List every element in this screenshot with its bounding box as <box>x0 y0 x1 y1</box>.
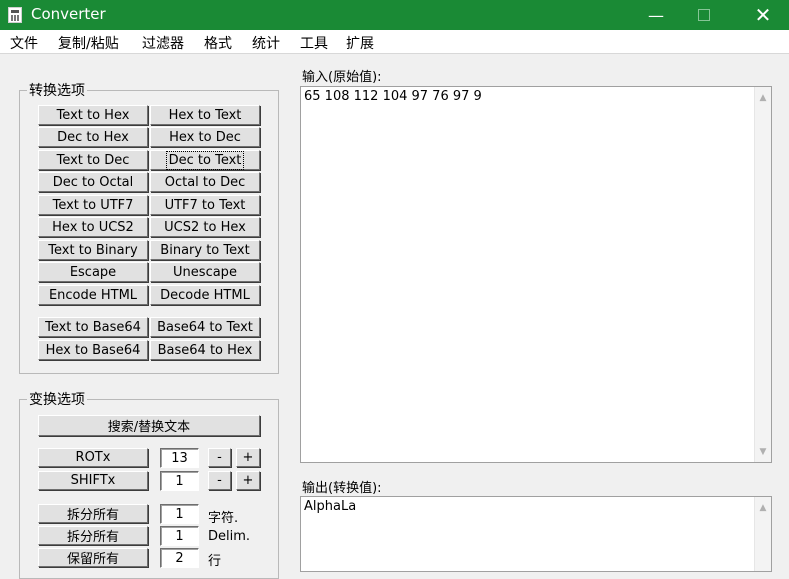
escape-button[interactable]: Escape <box>38 262 148 282</box>
split-chars-button[interactable]: 拆分所有 <box>38 504 148 523</box>
text-to-utf7-button[interactable]: Text to UTF7 <box>38 195 148 215</box>
scroll-up-icon[interactable]: ▲ <box>755 89 771 106</box>
base64-to-hex-button[interactable]: Base64 to Hex <box>150 340 260 360</box>
scroll-up-icon[interactable]: ▲ <box>755 499 771 516</box>
output-text: AlphaLa <box>304 499 357 514</box>
hex-to-dec-button[interactable]: Hex to Dec <box>150 127 260 147</box>
rotx-decrement-button[interactable]: - <box>208 448 231 467</box>
title-bar: Converter — ✕ <box>0 0 789 30</box>
close-button[interactable]: ✕ <box>740 0 786 30</box>
binary-to-text-button[interactable]: Binary to Text <box>150 240 260 260</box>
minimize-button[interactable]: — <box>633 0 679 30</box>
menu-extensions[interactable]: 扩展 <box>346 33 374 53</box>
dec-to-text-button[interactable]: Dec to Text <box>150 150 260 170</box>
text-to-hex-button[interactable]: Text to Hex <box>38 105 148 125</box>
shiftx-value-field[interactable]: 1 <box>160 471 199 491</box>
base64-to-text-button[interactable]: Base64 to Text <box>150 317 260 337</box>
decode-html-button[interactable]: Decode HTML <box>150 285 260 305</box>
ucs2-to-hex-button[interactable]: UCS2 to Hex <box>150 217 260 237</box>
maximize-button[interactable] <box>681 0 727 30</box>
input-scrollbar[interactable]: ▲ ▼ <box>754 87 771 462</box>
shiftx-increment-button[interactable]: + <box>236 471 260 490</box>
encode-html-button[interactable]: Encode HTML <box>38 285 148 305</box>
menu-tools[interactable]: 工具 <box>300 33 328 53</box>
dec-to-hex-button[interactable]: Dec to Hex <box>38 127 148 147</box>
keep-lines-value-field[interactable]: 2 <box>160 548 199 568</box>
rotx-button[interactable]: ROTx <box>38 448 148 467</box>
octal-to-dec-button[interactable]: Octal to Dec <box>150 172 260 192</box>
shiftx-button[interactable]: SHIFTx <box>38 471 148 490</box>
menu-file[interactable]: 文件 <box>10 33 38 53</box>
unescape-button[interactable]: Unescape <box>150 262 260 282</box>
search-replace-button[interactable]: 搜索/替换文本 <box>38 415 260 436</box>
menu-statistics[interactable]: 统计 <box>252 33 280 53</box>
shiftx-decrement-button[interactable]: - <box>208 471 231 490</box>
calculator-icon <box>8 7 22 23</box>
input-text: 65 108 112 104 97 76 97 9 <box>304 89 482 104</box>
hex-to-base64-button[interactable]: Hex to Base64 <box>38 340 148 360</box>
text-to-dec-button[interactable]: Text to Dec <box>38 150 148 170</box>
window-title: Converter <box>31 5 106 23</box>
menu-format[interactable]: 格式 <box>204 33 232 53</box>
split-chars-unit-label: 字符. <box>208 511 239 526</box>
input-label: 输入(原始值): <box>302 70 382 85</box>
maximize-icon <box>698 9 710 21</box>
transform-options-title: 变换选项 <box>27 389 87 409</box>
split-delim-button[interactable]: 拆分所有 <box>38 526 148 545</box>
output-textarea[interactable]: AlphaLa ▲ <box>300 496 772 572</box>
output-label: 输出(转换值): <box>302 481 382 496</box>
hex-to-text-button[interactable]: Hex to Text <box>150 105 260 125</box>
conversion-options-title: 转换选项 <box>27 80 87 100</box>
scroll-down-icon[interactable]: ▼ <box>755 443 771 460</box>
rotx-value-field[interactable]: 13 <box>160 448 199 468</box>
keep-lines-unit-label: 行 <box>208 554 222 569</box>
output-scrollbar[interactable]: ▲ <box>754 497 771 571</box>
keep-lines-button[interactable]: 保留所有 <box>38 548 148 567</box>
rotx-increment-button[interactable]: + <box>236 448 260 467</box>
dec-to-octal-button[interactable]: Dec to Octal <box>38 172 148 192</box>
menu-copy-paste[interactable]: 复制/粘贴 <box>58 33 119 53</box>
text-to-base64-button[interactable]: Text to Base64 <box>38 317 148 337</box>
input-textarea[interactable]: 65 108 112 104 97 76 97 9 ▲ ▼ <box>300 86 772 463</box>
hex-to-ucs2-button[interactable]: Hex to UCS2 <box>38 217 148 237</box>
split-delim-unit-label: Delim. <box>208 529 251 544</box>
utf7-to-text-button[interactable]: UTF7 to Text <box>150 195 260 215</box>
split-delim-value-field[interactable]: 1 <box>160 526 199 546</box>
text-to-binary-button[interactable]: Text to Binary <box>38 240 148 260</box>
menu-bar: 文件 复制/粘贴 过滤器 格式 统计 工具 扩展 <box>0 30 789 54</box>
split-chars-value-field[interactable]: 1 <box>160 504 199 524</box>
menu-filter[interactable]: 过滤器 <box>142 33 184 53</box>
